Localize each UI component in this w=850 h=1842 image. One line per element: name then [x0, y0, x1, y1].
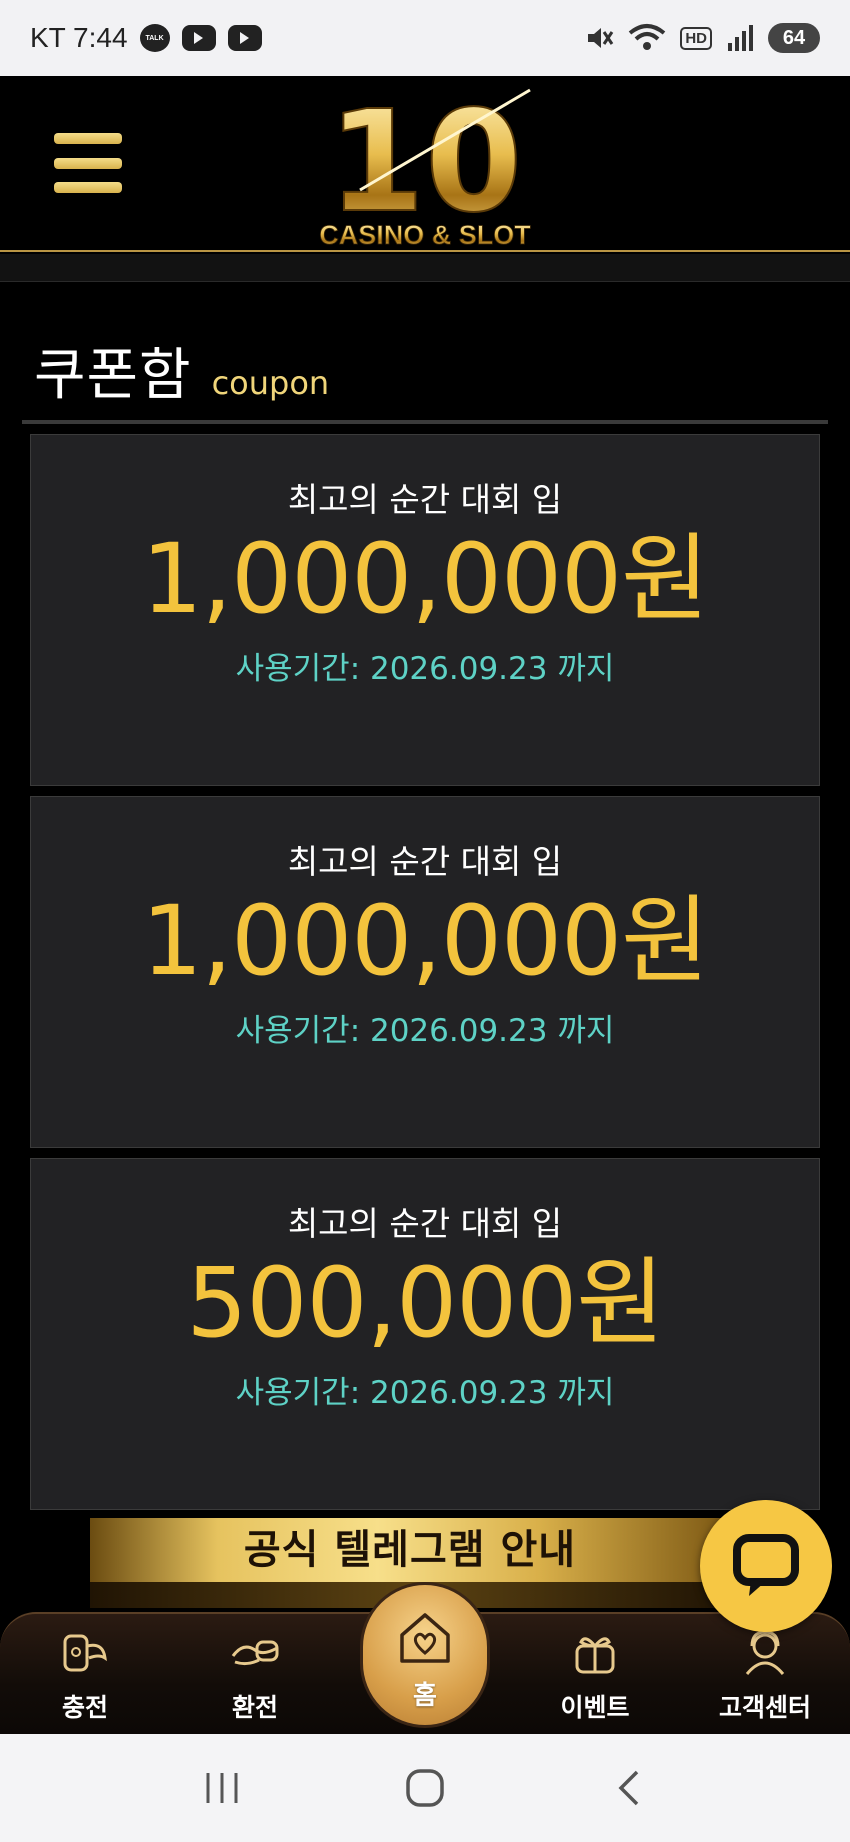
back-chevron-icon	[618, 1770, 639, 1806]
coupon-amount: 500,000원	[186, 1247, 664, 1359]
menu-bar	[54, 133, 122, 144]
coupon-period: 사용기간: 2026.09.23 까지	[235, 651, 615, 687]
mute-icon	[588, 28, 614, 48]
coupon-card[interactable]: 최고의 순간 대회 입 1,000,000원 사용기간: 2026.09.23 …	[30, 796, 820, 1148]
signal-icon	[728, 25, 753, 51]
logo-text: CASINO & SLOT	[319, 220, 531, 250]
nav-exchange[interactable]: 환전	[180, 1614, 330, 1736]
nav-label: 홈	[413, 1681, 437, 1711]
nav-home[interactable]: 홈	[360, 1582, 490, 1728]
nav-label: 충전	[61, 1693, 108, 1722]
chat-button[interactable]	[700, 1500, 832, 1632]
coupon-name: 최고의 순간 대회 입	[287, 480, 563, 519]
system-nav-bar	[0, 1734, 850, 1842]
site-header: 10 CASINO & SLOT	[0, 76, 850, 252]
status-bar: KT 7:44 TALK HD 64	[0, 0, 850, 76]
telegram-banner-text: 공식 텔레그램 안내	[243, 1527, 577, 1573]
battery-indicator: 64	[768, 23, 820, 53]
coupon-amount: 1,000,000원	[141, 885, 710, 997]
nav-support[interactable]: 고객센터	[690, 1614, 840, 1736]
page-title-en: coupon	[211, 364, 330, 402]
menu-button[interactable]	[54, 133, 122, 193]
back-button[interactable]	[588, 1748, 668, 1828]
home-icon	[400, 1613, 450, 1663]
support-agent-icon	[745, 1630, 785, 1675]
coupon-period: 사용기간: 2026.09.23 까지	[235, 1375, 615, 1411]
nav-label: 이벤트	[560, 1693, 630, 1722]
kakaotalk-icon: TALK	[139, 24, 170, 52]
home-square-icon	[406, 1769, 444, 1807]
charge-icon	[63, 1634, 107, 1672]
menu-bar	[54, 182, 122, 193]
home-system-button[interactable]	[385, 1748, 465, 1828]
coupon-card[interactable]: 최고의 순간 대회 입 1,000,000원 사용기간: 2026.09.23 …	[30, 434, 820, 786]
exchange-icon	[231, 1640, 279, 1666]
coupon-name: 최고의 순간 대회 입	[287, 1204, 563, 1243]
nav-label: 고객센터	[718, 1693, 811, 1722]
page-title-ko: 쿠폰함	[34, 343, 192, 408]
recent-apps-button[interactable]	[182, 1748, 262, 1828]
coupon-card[interactable]: 최고의 순간 대회 입 500,000원 사용기간: 2026.09.23 까지	[30, 1158, 820, 1510]
carrier-time: KT 7:44	[30, 22, 128, 53]
gift-icon	[575, 1637, 615, 1674]
nav-charge[interactable]: 충전	[10, 1614, 160, 1736]
youtube-icon	[227, 25, 262, 51]
status-left: KT 7:44 TALK	[30, 22, 262, 54]
nav-event[interactable]: 이벤트	[520, 1614, 670, 1736]
coupon-name: 최고의 순간 대회 입	[287, 842, 563, 881]
nav-label: 환전	[231, 1693, 278, 1722]
youtube-icon	[181, 25, 216, 51]
page-title: 쿠폰함 coupon	[34, 330, 329, 411]
menu-bar	[54, 157, 122, 169]
chat-icon	[733, 1534, 799, 1596]
header-subbar	[0, 254, 850, 282]
title-divider	[22, 420, 828, 424]
recent-apps-icon	[206, 1773, 238, 1803]
status-right: HD 64	[584, 23, 820, 53]
site-logo[interactable]: 10 CASINO & SLOT	[300, 82, 550, 250]
wifi-icon	[629, 24, 666, 50]
hd-badge: HD	[680, 26, 712, 50]
coupon-period: 사용기간: 2026.09.23 까지	[235, 1013, 615, 1049]
coupon-amount: 1,000,000원	[141, 523, 710, 635]
